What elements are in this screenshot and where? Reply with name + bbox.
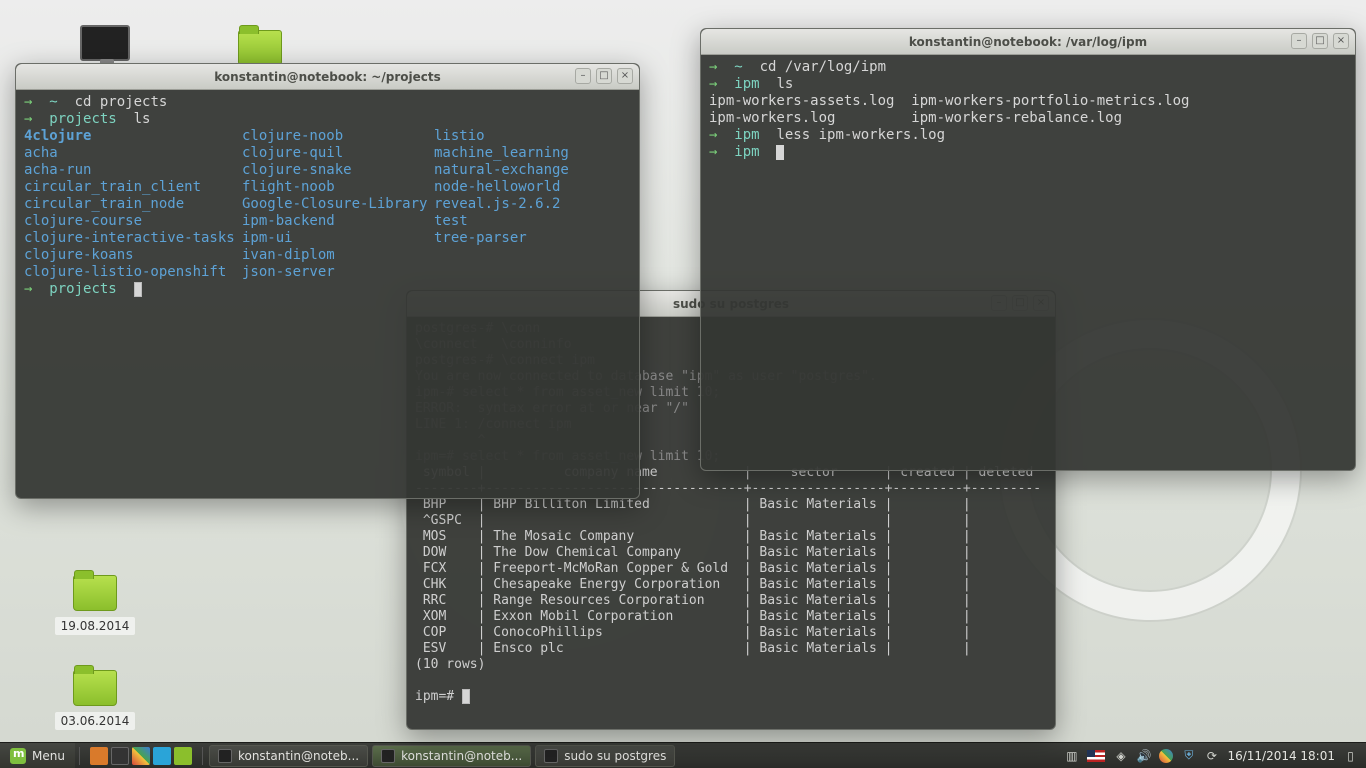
terminal-content[interactable]: → ~ cd projects → projects ls 4clojureac…: [16, 90, 639, 498]
terminal-icon: [218, 749, 232, 763]
maximize-button[interactable]: □: [596, 68, 612, 84]
titlebar[interactable]: konstantin@notebook: ~/projects – □ ×: [16, 64, 639, 90]
desktop-icon-computer[interactable]: [60, 25, 150, 65]
cursor: [462, 689, 470, 704]
network-icon[interactable]: ◈: [1113, 748, 1128, 763]
task-label: konstantin@noteb...: [401, 749, 522, 763]
table-row: MOS | The Mosaic Company | Basic Materia…: [415, 529, 1033, 544]
window-title: konstantin@notebook: ~/projects: [16, 70, 639, 84]
ls-file: ipm-workers.log: [709, 110, 835, 126]
command-text: cd /var/log/ipm: [760, 59, 886, 75]
prompt-path: projects: [49, 111, 116, 127]
ls-output: 4clojureachaacha-runcircular_train_clien…: [24, 128, 631, 281]
table-row: ESV | Ensco plc | Basic Materials | |: [415, 641, 1033, 656]
terminal-window-projects[interactable]: konstantin@notebook: ~/projects – □ × → …: [15, 63, 640, 499]
prompt-path: ipm: [734, 144, 759, 160]
table-row: ^GSPC | | | |: [415, 513, 1033, 528]
close-button[interactable]: ×: [617, 68, 633, 84]
minimize-button[interactable]: –: [1291, 33, 1307, 49]
table-row: DOW | The Dow Chemical Company | Basic M…: [415, 545, 1033, 560]
prompt-arrow: →: [709, 127, 717, 143]
menu-button[interactable]: Menu: [0, 743, 75, 768]
maximize-button[interactable]: □: [1312, 33, 1328, 49]
mint-logo-icon: [10, 748, 26, 764]
table-row: RRC | Range Resources Corporation | Basi…: [415, 593, 1033, 608]
cursor: [134, 282, 142, 297]
prompt-arrow: →: [709, 144, 717, 160]
prompt-arrow: →: [709, 59, 717, 75]
firefox-icon[interactable]: [90, 747, 108, 765]
table-row: BHP | BHP Billiton Limited | Basic Mater…: [415, 497, 1033, 512]
folder-icon: [73, 670, 117, 706]
cursor: [776, 145, 784, 160]
desktop-icon-label: 19.08.2014: [55, 617, 136, 635]
prompt-arrow: →: [709, 76, 717, 92]
system-tray: ▥ ◈ 🔊 ⛨ ⟳ 16/11/2014 18:01 ▯: [1056, 748, 1366, 763]
volume-icon[interactable]: 🔊: [1136, 748, 1151, 763]
command-text: less ipm-workers.log: [776, 127, 945, 143]
terminal-content[interactable]: → ~ cd /var/log/ipm → ipm ls ipm-workers…: [701, 55, 1355, 470]
prompt-path: ~: [49, 94, 57, 110]
table-row: COP | ConocoPhillips | Basic Materials |…: [415, 625, 1033, 640]
clock[interactable]: 16/11/2014 18:01: [1227, 749, 1335, 763]
desktop-icon-folder[interactable]: 03.06.2014: [50, 670, 140, 730]
taskbar-item[interactable]: konstantin@noteb...: [209, 745, 368, 767]
prompt-path: ipm: [734, 127, 759, 143]
taskbar-item[interactable]: konstantin@noteb...: [372, 745, 531, 767]
prompt-arrow: →: [24, 94, 32, 110]
folder-icon: [238, 30, 282, 66]
desktop-icon-label: 03.06.2014: [55, 712, 136, 730]
table-row: FCX | Freeport-McMoRan Copper & Gold | B…: [415, 561, 1033, 576]
prompt-arrow: →: [24, 281, 32, 297]
prompt-arrow: →: [24, 111, 32, 127]
task-label: konstantin@noteb...: [238, 749, 359, 763]
terminal-icon: [381, 749, 395, 763]
taskbar: Menu konstantin@noteb... konstantin@note…: [0, 742, 1366, 768]
folder-icon: [73, 575, 117, 611]
chrome-icon[interactable]: [132, 747, 150, 765]
menu-label: Menu: [32, 749, 65, 763]
tray-icon[interactable]: ▯: [1343, 748, 1358, 763]
titlebar[interactable]: konstantin@notebook: /var/log/ipm – □ ×: [701, 29, 1355, 55]
files-icon[interactable]: [174, 747, 192, 765]
terminal-icon[interactable]: [111, 747, 129, 765]
quick-launch: [84, 747, 198, 765]
command-text: cd projects: [75, 94, 168, 110]
prompt-path: ~: [734, 59, 742, 75]
separator: [79, 747, 80, 765]
terminal-icon: [544, 749, 558, 763]
window-title: konstantin@notebook: /var/log/ipm: [701, 35, 1355, 49]
update-icon[interactable]: ⟳: [1204, 748, 1219, 763]
prompt-path: projects: [49, 281, 116, 297]
table-row: CHK | Chesapeake Energy Corporation | Ba…: [415, 577, 1033, 592]
table-row: XOM | Exxon Mobil Corporation | Basic Ma…: [415, 609, 1033, 624]
shield-icon[interactable]: ⛨: [1181, 748, 1196, 763]
chrome-tray-icon[interactable]: [1159, 749, 1173, 763]
psql-prompt: ipm=#: [415, 689, 462, 704]
keyboard-layout-icon[interactable]: [1087, 750, 1105, 762]
separator: [202, 747, 203, 765]
command-text: ls: [134, 111, 151, 127]
skype-icon[interactable]: [153, 747, 171, 765]
prompt-path: ipm: [734, 76, 759, 92]
close-button[interactable]: ×: [1333, 33, 1349, 49]
terminal-window-ipm[interactable]: konstantin@notebook: /var/log/ipm – □ × …: [700, 28, 1356, 471]
psql-rowcount: (10 rows): [415, 657, 485, 672]
ls-file: ipm-workers-portfolio-metrics.log: [911, 93, 1189, 109]
taskbar-item[interactable]: sudo su postgres: [535, 745, 675, 767]
ls-file: ipm-workers-assets.log: [709, 93, 894, 109]
command-text: ls: [776, 76, 793, 92]
desktop-icon-folder[interactable]: 19.08.2014: [50, 575, 140, 635]
task-label: sudo su postgres: [564, 749, 666, 763]
tray-icon[interactable]: ▥: [1064, 748, 1079, 763]
minimize-button[interactable]: –: [575, 68, 591, 84]
monitor-icon: [80, 25, 130, 61]
ls-file: ipm-workers-rebalance.log: [911, 110, 1122, 126]
